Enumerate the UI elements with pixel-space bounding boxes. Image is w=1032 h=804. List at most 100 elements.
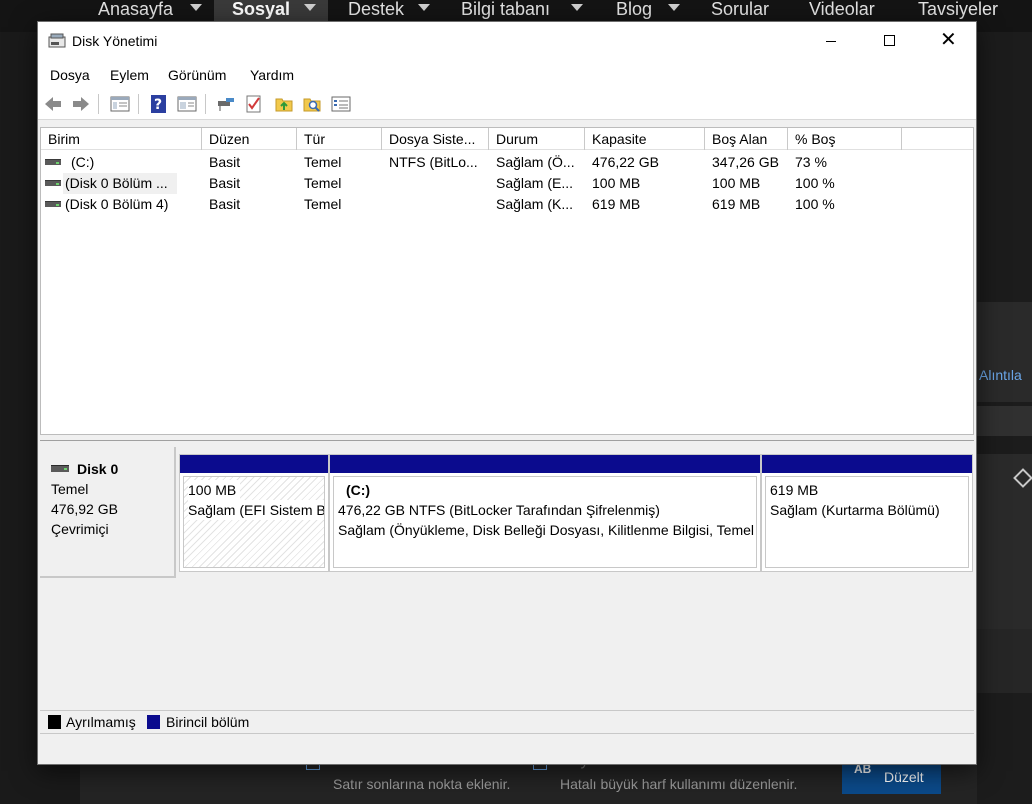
cell-tur: Temel	[304, 154, 342, 170]
volume-icon	[45, 201, 61, 207]
disk-name-text: Disk 0	[77, 461, 119, 477]
toolbar-separator	[98, 94, 99, 114]
properties-icon[interactable]	[177, 94, 197, 114]
table-row[interactable]: (C:) Basit Temel NTFS (BitLo... Sağlam (…	[41, 152, 973, 173]
table-row[interactable]: (Disk 0 Bölüm 4) Basit Temel Sağlam (K..…	[41, 194, 973, 215]
background-band	[977, 406, 1032, 436]
partition-recovery[interactable]: 619 MB Sağlam (Kurtarma Bölümü)	[761, 454, 973, 572]
partition-size: 619 MB	[770, 482, 819, 498]
list-view-icon[interactable]	[331, 94, 351, 114]
legend-label-primary: Birincil bölüm	[166, 714, 250, 730]
menu-gorunum[interactable]: Görünüm	[168, 67, 226, 83]
folder-search-icon[interactable]	[302, 94, 322, 114]
toolbar-separator	[205, 94, 206, 114]
maximize-button[interactable]	[860, 22, 918, 62]
option-desc-buyuk-harf: Hatalı büyük harf kullanımı düzenlenir.	[560, 776, 798, 792]
forward-arrow-icon[interactable]	[71, 94, 91, 114]
disk-name: Disk 0	[51, 459, 174, 479]
chevron-down-icon[interactable]	[668, 4, 680, 11]
cell-dosya-sistemi	[389, 173, 489, 194]
pane-splitter[interactable]	[40, 435, 974, 441]
partition-size: 476,22 GB NTFS (BitLocker Tarafından Şif…	[338, 502, 660, 518]
minimize-button[interactable]	[802, 22, 860, 62]
column-duzen[interactable]: Düzen	[202, 128, 297, 150]
cell-yuzde-bos: 100 %	[795, 175, 835, 191]
window-title: Disk Yönetimi	[72, 33, 158, 49]
partition-body: 100 MB Sağlam (EFI Sistem Bölümü)	[183, 476, 325, 568]
nav-bilgi-tabani[interactable]: Bilgi tabanı	[461, 0, 550, 22]
chevron-down-icon[interactable]	[190, 4, 202, 11]
column-kapasite[interactable]: Kapasite	[585, 128, 705, 150]
cell-yuzde-bos: 73 %	[795, 154, 827, 170]
menu-bar: Dosya Eylem Görünüm Yardım	[38, 62, 976, 88]
partition-bar	[180, 455, 328, 473]
cell-bos-alan: 347,26 GB	[712, 154, 779, 170]
chevron-down-icon[interactable]	[571, 4, 583, 11]
partition-status: Sağlam (EFI Sistem Bölümü)	[188, 500, 324, 520]
nav-tavsiyeler[interactable]: Tavsiyeler	[918, 0, 998, 22]
cell-birim: (Disk 0 Bölüm 4)	[65, 196, 169, 212]
partition-body: (C:) 476,22 GB NTFS (BitLocker Tarafında…	[333, 476, 757, 568]
partition-bar	[762, 455, 972, 473]
fix-button[interactable]: AB Düzelt	[842, 760, 941, 794]
cell-bos-alan: 100 MB	[712, 175, 761, 191]
partition-c[interactable]: (C:) 476,22 GB NTFS (BitLocker Tarafında…	[329, 454, 761, 572]
title-bar[interactable]: Disk Yönetimi ✕	[38, 22, 976, 62]
cell-kapasite: 619 MB	[592, 196, 641, 212]
background-band	[977, 629, 1032, 693]
toolbar: ?	[38, 88, 976, 120]
cell-bos-alan: 619 MB	[712, 196, 761, 212]
status-bar	[38, 736, 976, 764]
disk-management-app-icon	[48, 33, 66, 48]
partition-size: 100 MB	[188, 480, 241, 500]
cell-durum: Sağlam (Ö...	[496, 154, 575, 170]
help-icon[interactable]: ?	[149, 94, 169, 114]
disk-icon	[51, 465, 69, 472]
column-bos-alan[interactable]: Boş Alan	[705, 128, 788, 150]
partition-title: (C:)	[346, 482, 371, 498]
partition-bar	[330, 455, 760, 473]
folder-up-icon[interactable]	[274, 94, 294, 114]
table-row[interactable]: (Disk 0 Bölüm ... Basit Temel Sağlam (E.…	[41, 173, 973, 194]
column-yuzde-bos[interactable]: % Boş	[788, 128, 902, 150]
legend-bar: Ayrılmamış Birincil bölüm	[40, 710, 974, 734]
disk-info-panel[interactable]: Disk 0 Temel 476,92 GB Çevrimiçi	[40, 447, 176, 578]
connect-disk-icon[interactable]	[216, 94, 236, 114]
cell-dosya-sistemi	[389, 194, 489, 215]
volume-icon	[45, 159, 61, 165]
chevron-down-icon[interactable]	[304, 4, 316, 11]
nav-videolar[interactable]: Videolar	[809, 0, 875, 22]
menu-dosya[interactable]: Dosya	[50, 67, 90, 83]
column-dosya-sistemi[interactable]: Dosya Siste...	[382, 128, 489, 150]
legend-swatch-primary	[147, 715, 160, 729]
disk-graphical-view: Disk 0 Temel 476,92 GB Çevrimiçi 100 MB …	[40, 442, 974, 710]
nav-sorular[interactable]: Sorular	[711, 0, 769, 22]
column-birim[interactable]: Birim	[41, 128, 202, 150]
maximize-icon	[884, 35, 895, 46]
cell-birim: (Disk 0 Bölüm ...	[65, 175, 168, 191]
cell-duzen: Basit	[209, 154, 241, 170]
close-button[interactable]: ✕	[918, 22, 976, 62]
console-tree-icon[interactable]	[110, 94, 130, 114]
svg-text:?: ?	[154, 97, 162, 113]
partition-efi[interactable]: 100 MB Sağlam (EFI Sistem Bölümü)	[179, 454, 329, 572]
nav-sosyal[interactable]: Sosyal	[232, 0, 290, 22]
quote-link[interactable]: Alıntıla	[979, 367, 1022, 383]
nav-destek[interactable]: Destek	[348, 0, 404, 22]
background-band	[977, 302, 1032, 402]
volume-list-header: Birim Düzen Tür Dosya Siste... Durum Kap…	[41, 128, 973, 150]
volume-icon	[45, 180, 61, 186]
chevron-down-icon[interactable]	[418, 4, 430, 11]
nav-blog[interactable]: Blog	[616, 0, 652, 22]
check-icon[interactable]	[244, 94, 264, 114]
column-durum[interactable]: Durum	[489, 128, 585, 150]
background-right-panel	[977, 32, 1032, 804]
menu-yardim[interactable]: Yardım	[250, 67, 294, 83]
column-tur[interactable]: Tür	[297, 128, 382, 150]
disk-type: Temel	[51, 481, 89, 497]
nav-anasayfa[interactable]: Anasayfa	[98, 0, 173, 22]
disk-size: 476,92 GB	[51, 501, 118, 517]
back-arrow-icon[interactable]	[43, 94, 63, 114]
cell-duzen: Basit	[209, 196, 241, 212]
menu-eylem[interactable]: Eylem	[110, 67, 149, 83]
